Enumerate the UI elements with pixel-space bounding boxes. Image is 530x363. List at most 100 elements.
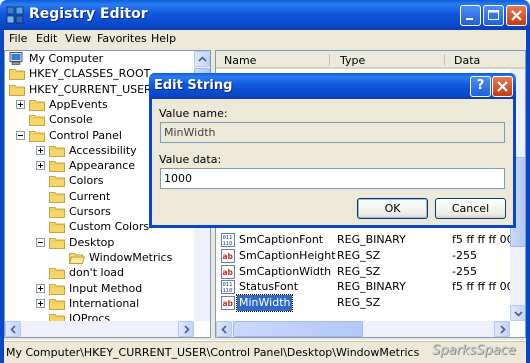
folder-icon [29,98,45,111]
folder-icon [49,174,65,188]
list-scroll-left-button[interactable] [216,321,232,337]
column-divider[interactable] [329,54,330,66]
value-type-cell: REG_SZ [337,248,381,262]
list-row[interactable]: ab MinWidth REG_SZ [216,294,510,313]
expand-icon[interactable] [4,69,5,78]
binary-value-icon: 011 110 [221,233,235,247]
dialog-close-button[interactable] [492,76,513,97]
close-button[interactable] [506,5,527,26]
tree-item-label: My Computer [29,52,104,65]
registry-editor-icon [6,6,24,24]
value-data-cell: f5 ff ff ff 00 [452,233,514,246]
arrow-left-icon [10,325,16,334]
tree-scroll-right-button[interactable] [178,321,194,337]
collapse-icon[interactable] [4,85,5,94]
tree-item[interactable]: Input Method [5,281,194,296]
tree-item-label: Current [69,189,111,203]
menu-help[interactable]: Help [151,32,176,45]
value-name-cell: SmCaptionHeight [239,248,336,262]
collapse-icon[interactable] [36,237,45,247]
tree-scroll-up-button[interactable] [194,51,210,67]
watermark: SparksSpace [432,343,516,358]
tree-scroll-left-button[interactable] [5,321,21,337]
tree-item[interactable]: My Computer [5,51,194,66]
maximize-icon [488,10,499,20]
tree-item[interactable]: Desktop [5,235,194,250]
folder-icon [49,205,65,218]
collapse-icon[interactable] [16,130,25,140]
list-row[interactable]: ab SmCaptionWidth REG_SZ -255 [216,264,510,280]
ok-button[interactable]: OK [357,198,428,219]
folder-icon [49,220,65,234]
list-row[interactable]: 011 110 StatusFont REG_BINARY f5 ff ff ff 00 [216,279,514,295]
folder-icon [9,67,25,81]
value-data-input[interactable]: 1000 [160,168,505,189]
expand-icon[interactable] [36,145,45,155]
minimize-icon [466,18,473,20]
dialog-help-button[interactable]: ? [470,76,491,97]
arrow-right-icon [500,325,506,334]
expand-icon[interactable] [36,161,45,171]
list-row[interactable]: 011 110 SmCaptionFont REG_BINARY f5 ff ff ff… [216,232,514,248]
tree-item[interactable]: don't load [5,265,194,280]
svg-text:110: 110 [223,241,233,247]
menu-edit[interactable]: Edit [36,32,57,45]
menu-file[interactable]: File [9,32,27,45]
close-icon [511,10,522,21]
list-scroll-right-button[interactable] [494,321,510,337]
tree-item-label: Custom Colors [69,220,150,234]
arrow-left-icon [221,325,227,334]
list-horizontal-scrollbar[interactable] [216,321,510,337]
column-header-type[interactable]: Type [340,54,365,67]
list-row[interactable]: ab SmCaptionHeight REG_SZ -255 [216,248,510,264]
svg-text:ab: ab [223,268,234,277]
folder-icon [49,159,65,172]
arrow-down-icon [514,311,523,317]
value-type-cell: REG_BINARY [337,233,406,246]
expand-icon[interactable] [36,298,45,308]
tree-item-label: Console [49,113,93,127]
column-divider[interactable] [444,54,445,66]
value-data-cell: f5 ff ff ff 00 [452,280,514,294]
string-value-icon: ab [221,248,235,263]
value-name-cell: SmCaptionWidth [239,264,332,278]
tree-item[interactable]: WindowMetrics [5,250,194,265]
tree-item-label: HKEY_CURRENT_USER [29,82,152,96]
folder-icon [9,83,25,96]
value-name-field: MinWidth [160,122,505,143]
window-frame-right [526,30,530,363]
tree-item[interactable]: International [5,296,194,311]
folder-icon [29,113,45,127]
value-name-label: Value name: [159,107,228,120]
expand-icon[interactable] [36,283,45,293]
tree-item-label: Control Panel [49,128,122,142]
binary-value-icon: 011 110 [221,280,235,295]
column-header-data[interactable]: Data [454,54,480,67]
svg-text:110: 110 [223,288,233,294]
value-type-cell: REG_SZ [337,296,381,310]
expand-icon[interactable] [16,99,25,109]
folder-icon [49,144,65,157]
string-value-icon: ab [221,296,235,311]
column-header-name[interactable]: Name [224,54,256,67]
folder-icon [49,297,65,310]
folder-icon [49,282,65,295]
value-data-cell: -255 [452,248,477,262]
list-hscroll-thumb[interactable] [233,321,363,337]
tree-item-label: International [69,296,140,310]
svg-text:ab: ab [223,252,234,261]
cancel-button[interactable]: Cancel [435,198,506,219]
tree-item-label: HKEY_CLASSES_ROOT [29,67,151,81]
maximize-button[interactable] [483,5,504,26]
list-scroll-down-button[interactable] [510,305,525,321]
value-type-cell: REG_BINARY [337,280,406,294]
string-value-icon: ab [221,264,235,279]
tree-item-label: AppEvents [49,97,108,111]
arrow-up-icon [198,56,207,62]
tree-horizontal-scrollbar[interactable] [5,321,194,337]
value-name-cell: MinWidth [235,294,294,313]
menu-favorites[interactable]: Favorites [97,32,147,45]
folder-icon [29,129,45,142]
minimize-button[interactable] [460,5,481,26]
menu-view[interactable]: View [65,32,91,45]
